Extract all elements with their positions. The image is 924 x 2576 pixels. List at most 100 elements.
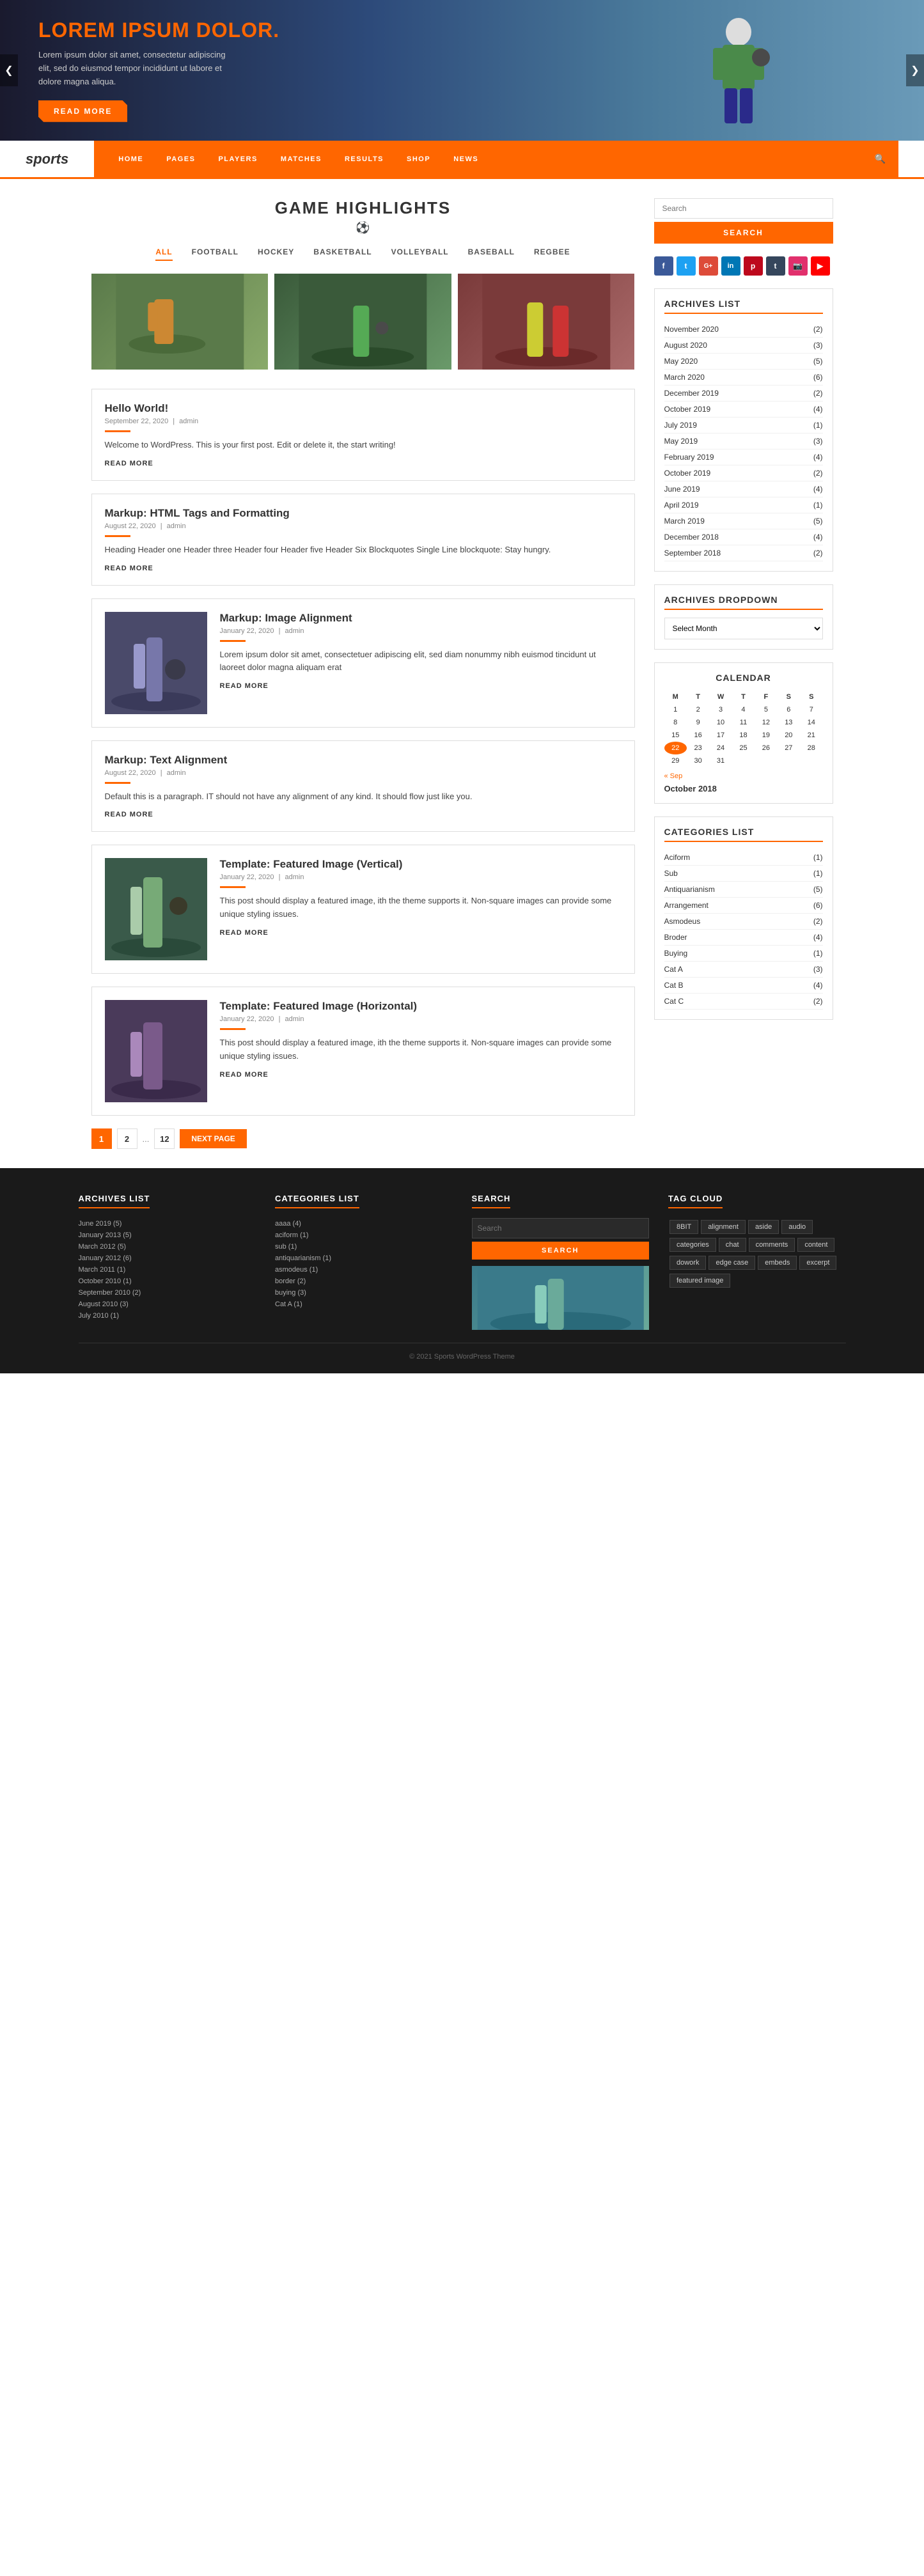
calendar-day[interactable]: 13 — [778, 716, 800, 729]
archive-item[interactable]: November 2020(2) — [664, 322, 823, 338]
footer-tag[interactable]: comments — [749, 1238, 795, 1252]
read-more-5[interactable]: Read More — [220, 929, 622, 937]
calendar-day[interactable]: 17 — [709, 729, 732, 742]
footer-tag[interactable]: aside — [748, 1220, 779, 1234]
tab-baseball[interactable]: BASEBALL — [468, 244, 515, 261]
tab-basketball[interactable]: BASKETBALL — [313, 244, 372, 261]
footer-category-item[interactable]: aciform (1) — [275, 1229, 453, 1241]
footer-archive-item[interactable]: June 2019 (5) — [79, 1218, 256, 1229]
nav-shop[interactable]: SHOP — [395, 140, 442, 178]
footer-archive-item[interactable]: September 2010 (2) — [79, 1287, 256, 1299]
calendar-day[interactable]: 8 — [664, 716, 687, 729]
footer-category-item[interactable]: aaaa (4) — [275, 1218, 453, 1229]
nav-results[interactable]: RESULTS — [333, 140, 395, 178]
calendar-prev-link[interactable]: « Sep — [664, 772, 683, 780]
calendar-day[interactable]: 27 — [778, 742, 800, 754]
read-more-3[interactable]: Read More — [220, 682, 622, 690]
footer-archive-item[interactable]: March 2012 (5) — [79, 1241, 256, 1253]
calendar-day[interactable]: 5 — [755, 703, 777, 716]
footer-archive-item[interactable]: January 2013 (5) — [79, 1229, 256, 1241]
category-item[interactable]: Sub(1) — [664, 866, 823, 882]
social-facebook[interactable]: f — [654, 256, 673, 276]
calendar-day[interactable]: 11 — [732, 716, 755, 729]
calendar-day[interactable]: 20 — [778, 729, 800, 742]
tab-volleyball[interactable]: VOLLEYBALL — [391, 244, 449, 261]
archives-dropdown-select[interactable]: Select Month — [664, 618, 823, 639]
read-more-2[interactable]: Read More — [105, 565, 622, 572]
social-instagram[interactable]: 📷 — [788, 256, 808, 276]
category-item[interactable]: Antiquarianism(5) — [664, 882, 823, 898]
read-more-4[interactable]: Read More — [105, 811, 622, 818]
archive-item[interactable]: December 2018(4) — [664, 529, 823, 545]
category-item[interactable]: Aciform(1) — [664, 850, 823, 866]
calendar-day[interactable]: 10 — [709, 716, 732, 729]
footer-tag[interactable]: embeds — [758, 1256, 797, 1270]
archive-item[interactable]: October 2019(2) — [664, 465, 823, 481]
tab-hockey[interactable]: HOCKEY — [258, 244, 294, 261]
calendar-day[interactable]: 19 — [755, 729, 777, 742]
footer-category-item[interactable]: buying (3) — [275, 1287, 453, 1299]
calendar-day[interactable]: 23 — [687, 742, 709, 754]
calendar-day[interactable]: 15 — [664, 729, 687, 742]
tab-all[interactable]: ALL — [155, 244, 172, 261]
nav-players[interactable]: PLAYERS — [207, 140, 269, 178]
footer-category-item[interactable]: asmodeus (1) — [275, 1264, 453, 1276]
read-more-1[interactable]: Read More — [105, 460, 622, 467]
footer-tag[interactable]: excerpt — [799, 1256, 836, 1270]
archive-item[interactable]: June 2019(4) — [664, 481, 823, 497]
archive-item[interactable]: March 2020(6) — [664, 370, 823, 386]
social-google-plus[interactable]: G+ — [699, 256, 718, 276]
calendar-day[interactable]: 3 — [709, 703, 732, 716]
calendar-day[interactable]: 25 — [732, 742, 755, 754]
navbar-search-icon[interactable]: 🔍 — [875, 153, 886, 164]
tab-regbee[interactable]: REGBEE — [534, 244, 570, 261]
calendar-day[interactable]: 16 — [687, 729, 709, 742]
calendar-day[interactable]: 29 — [664, 754, 687, 767]
footer-tag[interactable]: chat — [719, 1238, 746, 1252]
calendar-day[interactable]: 12 — [755, 716, 777, 729]
archive-item[interactable]: August 2020(3) — [664, 338, 823, 354]
archive-item[interactable]: March 2019(5) — [664, 513, 823, 529]
footer-tag[interactable]: edge case — [709, 1256, 755, 1270]
calendar-day[interactable]: 6 — [778, 703, 800, 716]
nav-matches[interactable]: MATCHES — [269, 140, 333, 178]
archive-item[interactable]: May 2019(3) — [664, 433, 823, 449]
category-item[interactable]: Buying(1) — [664, 946, 823, 962]
calendar-day[interactable]: 30 — [687, 754, 709, 767]
calendar-day[interactable]: 9 — [687, 716, 709, 729]
social-tumblr[interactable]: t — [766, 256, 785, 276]
hero-next-arrow[interactable]: ❯ — [906, 54, 924, 86]
footer-tag[interactable]: categories — [670, 1238, 716, 1252]
archive-item[interactable]: May 2020(5) — [664, 354, 823, 370]
calendar-day[interactable]: 28 — [800, 742, 822, 754]
category-item[interactable]: Asmodeus(2) — [664, 914, 823, 930]
footer-archive-item[interactable]: August 2010 (3) — [79, 1299, 256, 1310]
footer-archive-item[interactable]: March 2011 (1) — [79, 1264, 256, 1276]
calendar-day[interactable]: 14 — [800, 716, 822, 729]
calendar-day[interactable]: 2 — [687, 703, 709, 716]
nav-news[interactable]: NEWS — [442, 140, 490, 178]
social-youtube[interactable]: ▶ — [811, 256, 830, 276]
page-12[interactable]: 12 — [154, 1128, 175, 1149]
read-more-6[interactable]: Read More — [220, 1071, 622, 1079]
archive-item[interactable]: September 2018(2) — [664, 545, 823, 561]
calendar-day[interactable]: 24 — [709, 742, 732, 754]
footer-tag[interactable]: 8BIT — [670, 1220, 698, 1234]
calendar-day[interactable]: 26 — [755, 742, 777, 754]
hero-read-more-button[interactable]: Read More — [38, 100, 127, 122]
calendar-day[interactable]: 31 — [709, 754, 732, 767]
archive-item[interactable]: December 2019(2) — [664, 386, 823, 402]
social-twitter[interactable]: t — [677, 256, 696, 276]
social-pinterest[interactable]: p — [744, 256, 763, 276]
footer-category-item[interactable]: Cat A (1) — [275, 1299, 453, 1310]
footer-tag[interactable]: alignment — [701, 1220, 746, 1234]
category-item[interactable]: Cat C(2) — [664, 994, 823, 1010]
footer-tag[interactable]: content — [797, 1238, 834, 1252]
calendar-day[interactable]: 21 — [800, 729, 822, 742]
nav-pages[interactable]: PAGES — [155, 140, 207, 178]
footer-archive-item[interactable]: July 2010 (1) — [79, 1310, 256, 1322]
footer-category-item[interactable]: sub (1) — [275, 1241, 453, 1253]
sidebar-search-button[interactable]: Search — [654, 222, 833, 244]
page-1[interactable]: 1 — [91, 1128, 112, 1149]
page-next-button[interactable]: Next Page — [180, 1129, 246, 1148]
